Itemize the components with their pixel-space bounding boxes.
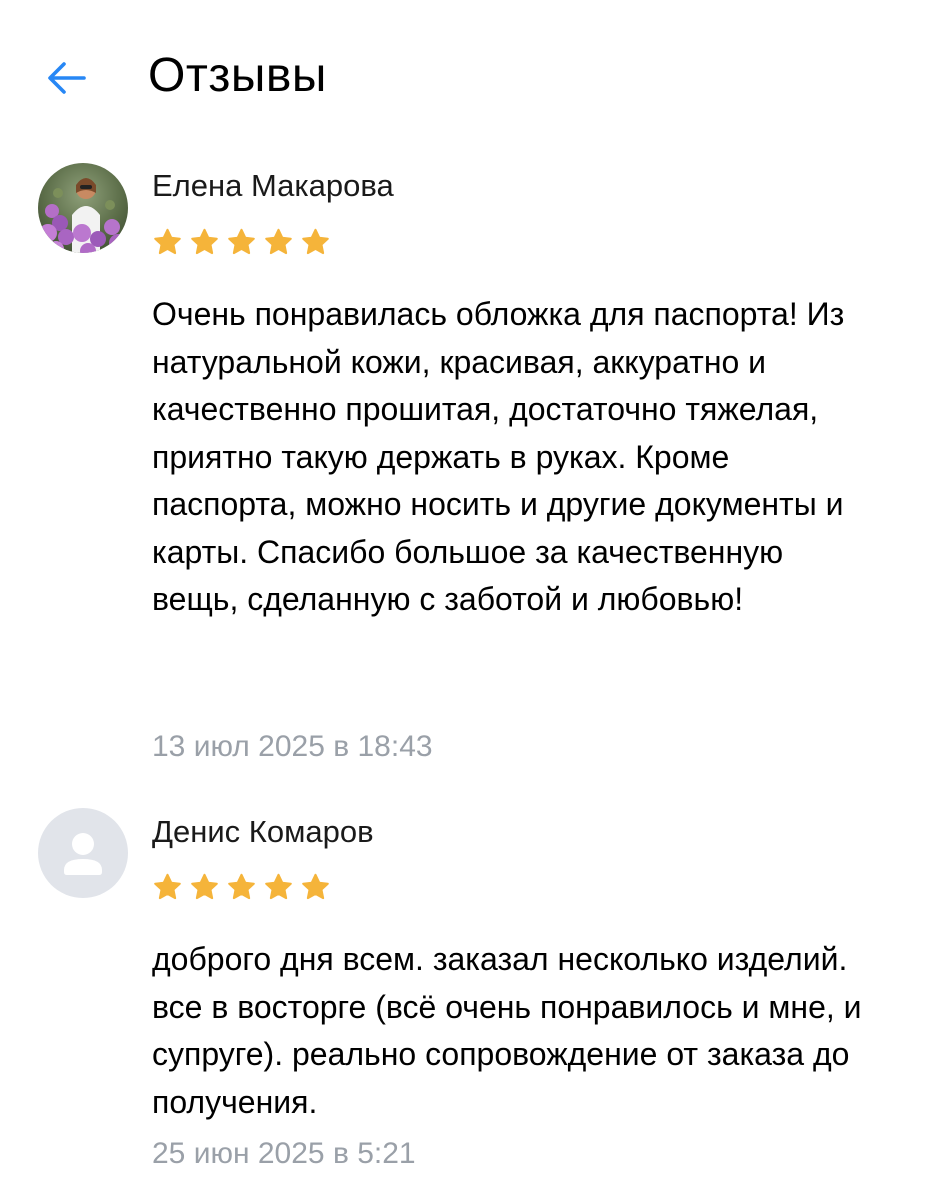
review-author[interactable]: Елена Макарова bbox=[152, 166, 394, 206]
app-header: Отзывы bbox=[0, 0, 935, 150]
star-icon bbox=[228, 228, 255, 255]
review-date: 13 июл 2025 в 18:43 bbox=[152, 730, 433, 763]
star-icon bbox=[265, 228, 292, 255]
user-placeholder-icon bbox=[64, 833, 102, 875]
review-text: Очень понравилась обложка для паспорта! … bbox=[152, 296, 845, 617]
rating-stars bbox=[152, 227, 331, 258]
star-icon bbox=[154, 873, 181, 900]
rating-stars bbox=[152, 872, 331, 903]
star-icon bbox=[228, 873, 255, 900]
avatar[interactable] bbox=[38, 163, 128, 253]
star-icon bbox=[265, 873, 292, 900]
star-icon bbox=[154, 228, 181, 255]
back-button[interactable] bbox=[38, 50, 94, 106]
review-author[interactable]: Денис Комаров bbox=[152, 812, 374, 852]
star-icon bbox=[302, 228, 329, 255]
page-title: Отзывы bbox=[148, 49, 327, 102]
review-date: 25 июн 2025 в 5:21 bbox=[152, 1137, 416, 1170]
star-icon bbox=[191, 228, 218, 255]
avatar[interactable] bbox=[38, 808, 128, 898]
review-text: доброго дня всем. заказал несколько изде… bbox=[152, 941, 862, 1120]
arrow-left-icon bbox=[48, 62, 86, 94]
photo-avatar bbox=[38, 163, 128, 253]
star-icon bbox=[302, 873, 329, 900]
star-icon bbox=[191, 873, 218, 900]
